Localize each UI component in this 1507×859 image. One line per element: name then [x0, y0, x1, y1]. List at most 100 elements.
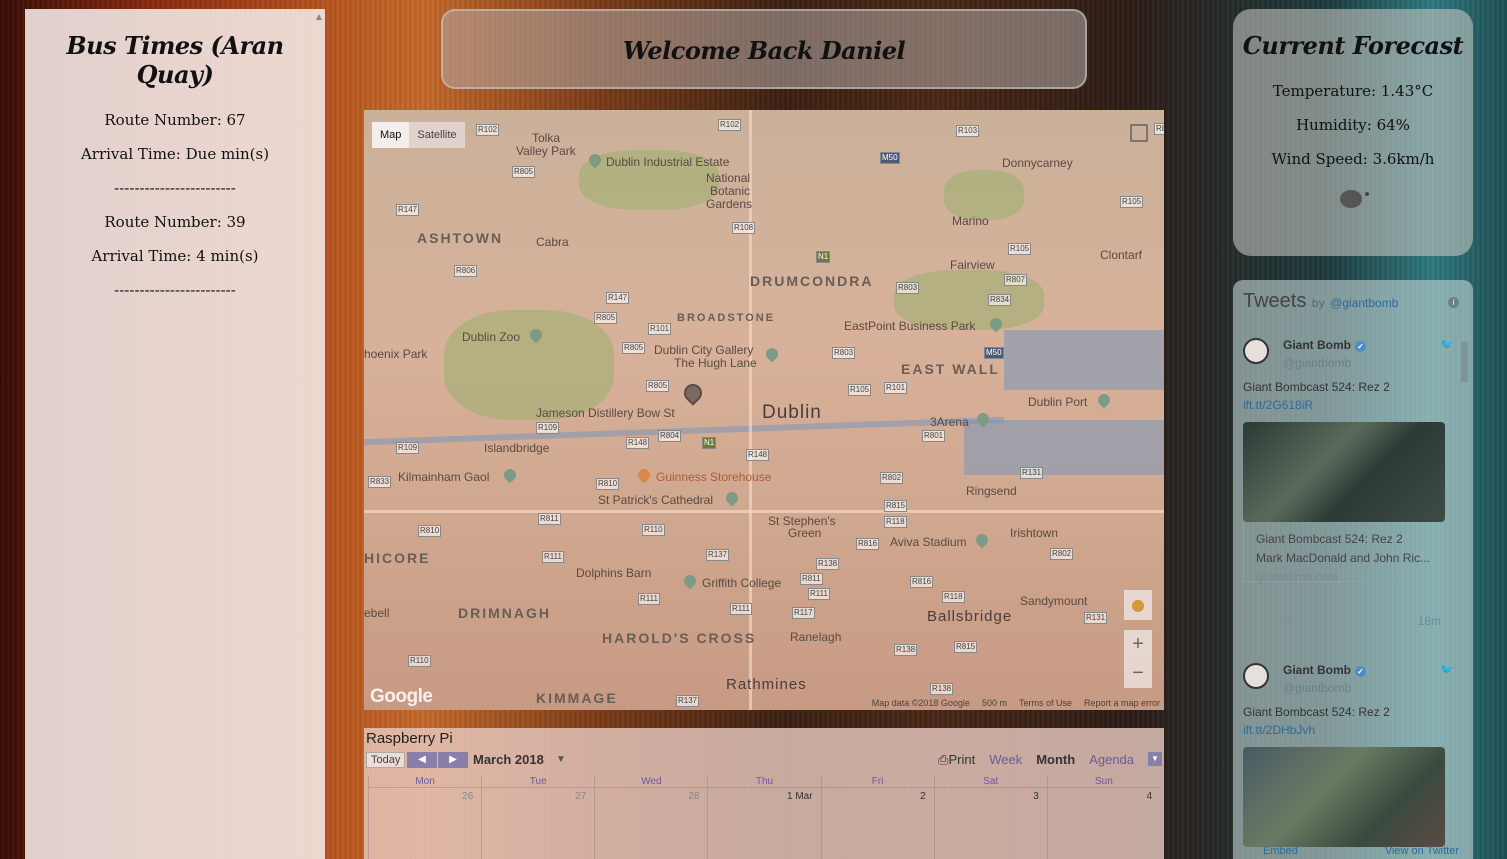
- info-icon[interactable]: i: [1448, 297, 1459, 308]
- map-poi-icon[interactable]: [723, 489, 741, 507]
- embed-link[interactable]: Embed: [1263, 845, 1298, 857]
- week-view-tab[interactable]: Week: [989, 752, 1022, 768]
- tweet-timestamp[interactable]: 18m: [1418, 614, 1441, 628]
- map-scale[interactable]: 500 m: [982, 698, 1007, 708]
- scroll-up-arrow-icon[interactable]: ▲: [316, 12, 322, 21]
- tweets-scrollbar[interactable]: [1459, 334, 1469, 824]
- road-label: R810: [418, 525, 442, 537]
- zoom-out-button[interactable]: −: [1124, 659, 1152, 688]
- map-poi-icon[interactable]: [973, 531, 991, 549]
- road-label: R109: [396, 442, 420, 454]
- calendar-column: Sun 4: [1046, 776, 1160, 859]
- tweet-author-name: Giant Bomb: [1283, 663, 1351, 677]
- view-on-twitter-link[interactable]: View on Twitter: [1385, 845, 1459, 857]
- tweet-media-image[interactable]: [1243, 422, 1445, 522]
- map-poi-icon[interactable]: [501, 466, 519, 484]
- month-dropdown-icon[interactable]: ▼: [556, 752, 566, 768]
- place-label: Griffith College: [702, 576, 782, 590]
- twitter-bird-icon[interactable]: 🐦: [1440, 338, 1454, 351]
- fullscreen-icon[interactable]: [1130, 124, 1148, 142]
- day-header: Fri: [821, 776, 934, 788]
- calendar-date[interactable]: 28: [595, 791, 707, 802]
- tweets-header: Tweets by @giantbomb: [1243, 290, 1398, 313]
- tweet-author[interactable]: Giant Bomb ✓: [1283, 338, 1366, 352]
- map-footer: Map data ©2018 Google 500 m Terms of Use…: [872, 698, 1160, 708]
- calendar-date[interactable]: 1 Mar: [708, 791, 820, 802]
- map-poi-icon[interactable]: [635, 466, 653, 484]
- giant-bomb-avatar[interactable]: [1243, 338, 1269, 364]
- print-button[interactable]: ⎙Print: [938, 752, 975, 768]
- calendar-date[interactable]: 3: [935, 791, 1047, 802]
- twitter-bird-icon[interactable]: 🐦: [1440, 663, 1454, 676]
- tweet-link[interactable]: ift.tt/2G618iR: [1243, 398, 1313, 412]
- road-label: R807: [1004, 274, 1028, 286]
- share-icon[interactable]: ⇪: [1285, 612, 1295, 626]
- tweet-link[interactable]: ift.tt/2DHbJvh: [1243, 723, 1315, 737]
- zoom-in-button[interactable]: +: [1124, 630, 1152, 659]
- weather-moon-icon: [1340, 190, 1369, 208]
- next-month-button[interactable]: ▶: [438, 752, 468, 768]
- twitter-timeline: Tweets by @giantbomb i Giant Bomb ✓ @gian…: [1233, 280, 1473, 859]
- road-label: R131: [1084, 612, 1108, 624]
- report-map-error-link[interactable]: Report a map error: [1084, 698, 1160, 708]
- map-poi-icon[interactable]: [763, 345, 781, 363]
- road-label: R111: [638, 593, 660, 605]
- map-poi-icon[interactable]: [681, 572, 699, 590]
- road-label: R101: [884, 382, 908, 394]
- map-type-satellite-button[interactable]: Satellite: [409, 122, 464, 148]
- calendar-date[interactable]: 4: [1048, 791, 1160, 802]
- day-header: Sat: [934, 776, 1047, 788]
- place-label: Botanic: [710, 184, 751, 198]
- verified-icon: ✓: [1355, 666, 1366, 677]
- tweet-text: Giant Bombcast 524: Rez 2: [1243, 380, 1390, 394]
- tweet-text: Giant Bombcast 524: Rez 2: [1243, 705, 1390, 719]
- tweet-link-card[interactable]: Giant Bombcast 524: Rez 2 Mark MacDonald…: [1243, 522, 1445, 584]
- location-marker-icon[interactable]: [680, 380, 706, 406]
- city-label: Dublin: [762, 402, 822, 423]
- calendar-date[interactable]: 26: [369, 791, 481, 802]
- prev-month-button[interactable]: ◀: [407, 752, 437, 768]
- street-view-pegman-icon[interactable]: ●: [1124, 590, 1152, 620]
- calendar-column: Tue 27: [481, 776, 595, 859]
- tweet-media-image[interactable]: [1243, 747, 1445, 847]
- month-view-tab[interactable]: Month: [1036, 752, 1075, 768]
- tweet-author-name: Giant Bomb: [1283, 338, 1351, 352]
- tweets-by: by: [1311, 296, 1325, 310]
- place-label: Dublin Port: [1028, 395, 1088, 409]
- printer-icon: ⎙: [938, 752, 949, 767]
- road-label: R811: [538, 513, 561, 525]
- place-label: Dublin Industrial Estate: [606, 155, 730, 169]
- road-label: R102: [718, 119, 742, 131]
- road-label: R137: [676, 695, 700, 707]
- google-logo: Google: [370, 686, 433, 707]
- map-type-map-button[interactable]: Map: [372, 122, 410, 148]
- place-label: Guinness Storehouse: [656, 470, 772, 484]
- calendar-menu-icon[interactable]: ▼: [1148, 752, 1162, 766]
- calendar-column: Thu 1 Mar: [707, 776, 821, 859]
- tweet-handle[interactable]: @giantbomb: [1283, 356, 1351, 370]
- map-poi-icon[interactable]: [1095, 391, 1113, 409]
- like-heart-icon[interactable]: ♡: [1245, 612, 1256, 626]
- wind-speed: Wind Speed: 3.6km/h: [1271, 150, 1435, 168]
- road-label: R111: [808, 588, 830, 600]
- tweet-author[interactable]: Giant Bomb ✓: [1283, 663, 1366, 677]
- google-map[interactable]: Tolka Valley Park Dublin Industrial Esta…: [364, 110, 1164, 710]
- tweets-handle-link[interactable]: @giantbomb: [1330, 296, 1398, 310]
- place-label: Green: [788, 526, 822, 540]
- tweet-handle[interactable]: @giantbomb: [1283, 681, 1351, 695]
- terms-of-use-link[interactable]: Terms of Use: [1019, 698, 1072, 708]
- current-month-label: March 2018: [473, 752, 544, 767]
- district-label: HICORE: [364, 550, 431, 566]
- giant-bomb-avatar[interactable]: [1243, 663, 1269, 689]
- forecast-panel: Current Forecast Temperature: 1.43°C Hum…: [1233, 9, 1473, 256]
- place-label: EastPoint Business Park: [844, 319, 976, 333]
- calendar-column: Wed 28: [594, 776, 708, 859]
- calendar-date[interactable]: 27: [482, 791, 594, 802]
- agenda-view-tab[interactable]: Agenda: [1089, 752, 1134, 768]
- today-button[interactable]: Today: [366, 752, 406, 768]
- bus-times-title: Bus Times (Aran Quay): [66, 31, 284, 89]
- road-label: R108: [732, 222, 756, 234]
- scrollbar-thumb[interactable]: [1461, 342, 1468, 382]
- place-label: Dublin City Gallery: [654, 343, 754, 357]
- calendar-date[interactable]: 2: [822, 791, 934, 802]
